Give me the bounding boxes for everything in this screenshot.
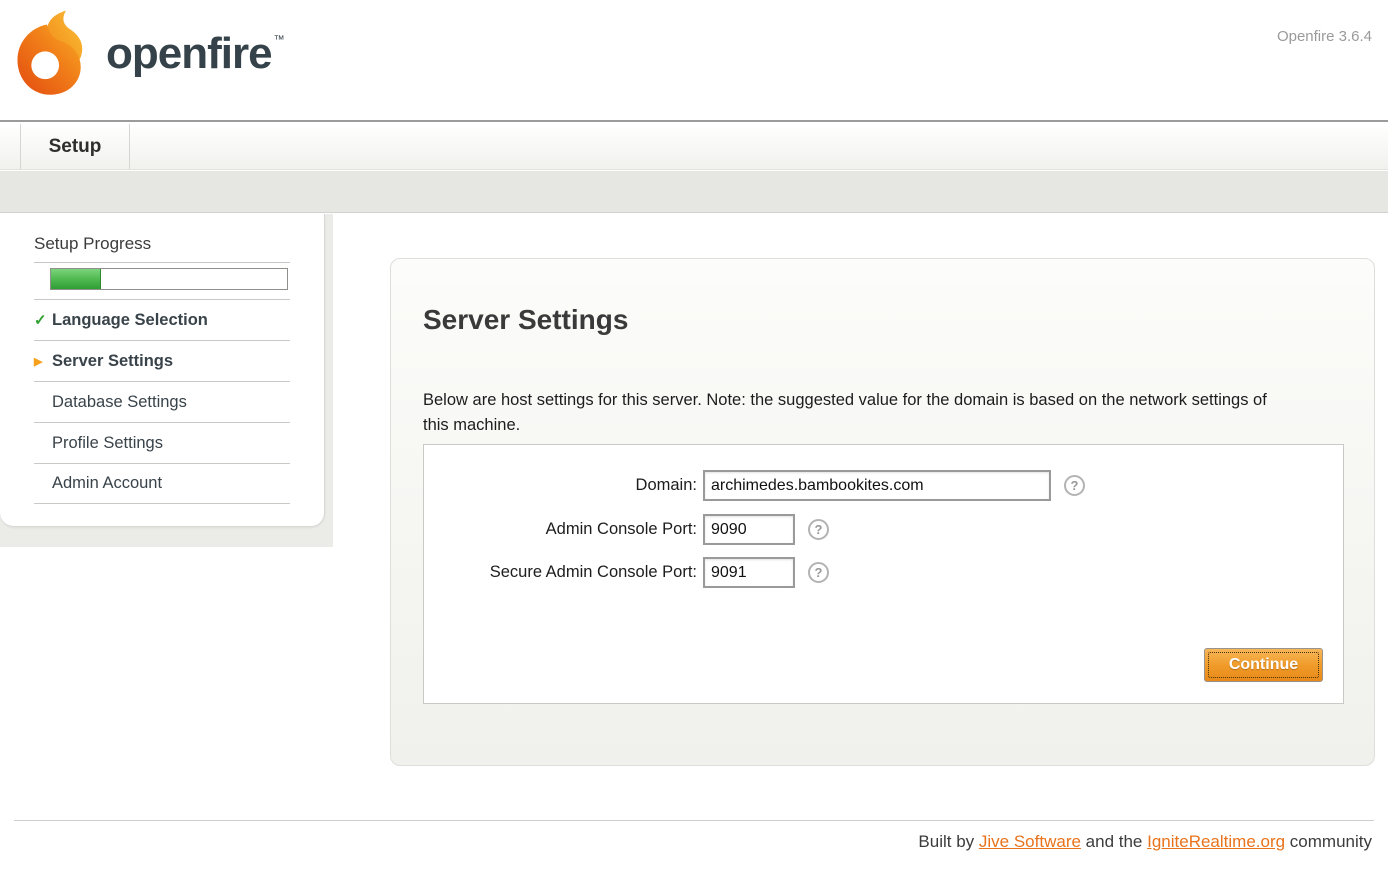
tab-setup[interactable]: Setup (20, 124, 130, 169)
openfire-logo: openfire ™ (14, 8, 285, 100)
help-icon[interactable]: ? (1064, 475, 1085, 496)
sidebar-item-label: Admin Account (52, 474, 162, 493)
header: openfire ™ Openfire 3.6.4 (0, 0, 1388, 122)
form-row-secure-admin-port: Secure Admin Console Port: ? (424, 554, 829, 590)
flame-icon (14, 8, 92, 100)
domain-label: Domain: (424, 476, 697, 495)
logo-wordmark: openfire (106, 8, 272, 100)
sidebar-item-label: Language Selection (52, 311, 208, 330)
igniterealtime-link[interactable]: IgniteRealtime.org (1147, 832, 1285, 851)
sidebar-item-label: Server Settings (52, 352, 173, 371)
form-row-admin-port: Admin Console Port: ? (424, 511, 829, 547)
page-description: Below are host settings for this server.… (423, 388, 1279, 438)
footer-text: and the (1081, 832, 1147, 851)
form-row-domain: Domain: ? (424, 467, 1085, 503)
page-title: Server Settings (423, 304, 628, 336)
sidebar-item-label: Profile Settings (52, 434, 163, 453)
divider (34, 262, 290, 263)
check-icon: ✓ (34, 311, 52, 329)
setup-steps-list: ✓ Language Selection ▶ Server Settings D… (34, 299, 290, 504)
admin-console-port-input[interactable] (703, 514, 795, 545)
help-icon[interactable]: ? (808, 519, 829, 540)
setup-progress-panel: Setup Progress ✓ Language Selection ▶ Se… (0, 214, 325, 527)
progress-bar-fill (51, 269, 101, 289)
sidebar-item-server-settings[interactable]: ▶ Server Settings (34, 340, 290, 381)
progress-bar (50, 268, 288, 290)
sub-nav-bar (0, 171, 1388, 213)
domain-input[interactable] (703, 470, 1051, 501)
version-label: Openfire 3.6.4 (1277, 28, 1372, 45)
secure-admin-console-port-label: Secure Admin Console Port: (424, 563, 697, 582)
main-content-card: Server Settings Below are host settings … (390, 258, 1375, 766)
server-settings-form: Domain: ? Admin Console Port: ? Secure A… (423, 444, 1344, 704)
sidebar-column: Setup Progress ✓ Language Selection ▶ Se… (0, 214, 333, 547)
sidebar-item-language-selection[interactable]: ✓ Language Selection (34, 299, 290, 340)
jive-software-link[interactable]: Jive Software (979, 832, 1081, 851)
tab-bar: Setup (0, 124, 1388, 170)
secure-admin-console-port-input[interactable] (703, 557, 795, 588)
logo-trademark: ™ (274, 34, 285, 46)
admin-console-port-label: Admin Console Port: (424, 520, 697, 539)
footer-divider (14, 820, 1374, 821)
sidebar-item-admin-account[interactable]: Admin Account (34, 463, 290, 504)
footer-text: community (1285, 832, 1372, 851)
footer-credits: Built by Jive Software and the IgniteRea… (918, 832, 1372, 852)
setup-progress-title: Setup Progress (34, 234, 324, 254)
continue-button[interactable]: Continue (1204, 648, 1323, 682)
sidebar-item-label: Database Settings (52, 393, 187, 412)
help-icon[interactable]: ? (808, 562, 829, 583)
sidebar-item-profile-settings[interactable]: Profile Settings (34, 422, 290, 463)
footer-text: Built by (918, 832, 978, 851)
arrow-right-icon: ▶ (34, 355, 52, 368)
sidebar-item-database-settings[interactable]: Database Settings (34, 381, 290, 422)
